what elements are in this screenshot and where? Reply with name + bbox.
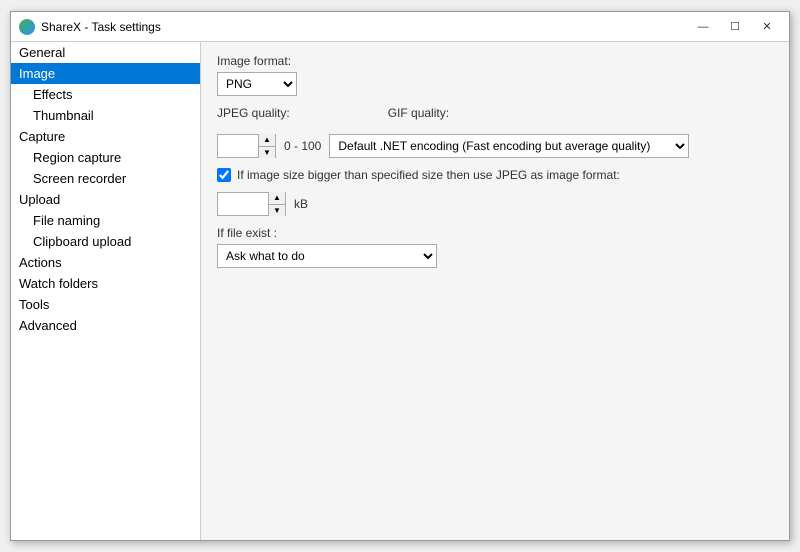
close-button[interactable]: ✕ bbox=[753, 17, 781, 37]
jpeg-size-up[interactable]: ▲ bbox=[269, 192, 285, 204]
if-file-exist-row: Ask what to doOverwriteSkipRename bbox=[217, 244, 773, 268]
jpeg-quality-btns: ▲ ▼ bbox=[258, 134, 275, 158]
jpeg-size-btns: ▲ ▼ bbox=[268, 192, 285, 216]
sidebar-item-advanced[interactable]: Advanced bbox=[11, 315, 200, 336]
jpeg-checkbox-row: If image size bigger than specified size… bbox=[217, 168, 773, 182]
jpeg-quality-down[interactable]: ▼ bbox=[259, 146, 275, 158]
jpeg-size-row: 2048 ▲ ▼ kB bbox=[217, 192, 773, 216]
sidebar-item-file-naming[interactable]: File naming bbox=[11, 210, 200, 231]
sidebar-item-effects[interactable]: Effects bbox=[11, 84, 200, 105]
image-format-row: PNGJPEGGIFBMPTIFF bbox=[217, 72, 773, 96]
if-file-exist-label: If file exist : bbox=[217, 226, 773, 240]
jpeg-size-input[interactable]: 2048 bbox=[218, 193, 268, 215]
minimize-button[interactable]: — bbox=[689, 17, 717, 37]
jpeg-quality-spinbox: 90 ▲ ▼ bbox=[217, 134, 276, 158]
jpeg-size-spinbox: 2048 ▲ ▼ bbox=[217, 192, 286, 216]
sidebar-item-upload[interactable]: Upload bbox=[11, 189, 200, 210]
window-controls: — ☐ ✕ bbox=[689, 17, 781, 37]
quality-controls-row: 90 ▲ ▼ 0 - 100 Default .NET encoding (Fa… bbox=[217, 134, 773, 158]
jpeg-size-unit: kB bbox=[294, 197, 308, 211]
gif-quality-label: GIF quality: bbox=[388, 106, 449, 120]
content-area: GeneralImageEffectsThumbnailCaptureRegio… bbox=[11, 42, 789, 540]
jpeg-checkbox-label: If image size bigger than specified size… bbox=[237, 168, 620, 182]
sidebar-item-watch-folders[interactable]: Watch folders bbox=[11, 273, 200, 294]
jpeg-quality-range: 0 - 100 bbox=[284, 139, 321, 153]
sidebar-item-screen-recorder[interactable]: Screen recorder bbox=[11, 168, 200, 189]
main-panel: Image format: PNGJPEGGIFBMPTIFF JPEG qua… bbox=[201, 42, 789, 540]
sidebar-item-region-capture[interactable]: Region capture bbox=[11, 147, 200, 168]
image-format-label: Image format: bbox=[217, 54, 773, 68]
sidebar-item-thumbnail[interactable]: Thumbnail bbox=[11, 105, 200, 126]
jpeg-size-checkbox[interactable] bbox=[217, 168, 231, 182]
jpeg-quality-up[interactable]: ▲ bbox=[259, 134, 275, 146]
maximize-button[interactable]: ☐ bbox=[721, 17, 749, 37]
title-bar: ShareX - Task settings — ☐ ✕ bbox=[11, 12, 789, 42]
title-bar-left: ShareX - Task settings bbox=[19, 19, 161, 35]
sidebar-item-image[interactable]: Image bbox=[11, 63, 200, 84]
image-format-select[interactable]: PNGJPEGGIFBMPTIFF bbox=[217, 72, 297, 96]
if-file-exist-select[interactable]: Ask what to doOverwriteSkipRename bbox=[217, 244, 437, 268]
quality-row: JPEG quality: GIF quality: bbox=[217, 106, 773, 124]
sidebar-item-capture[interactable]: Capture bbox=[11, 126, 200, 147]
sidebar-item-clipboard-upload[interactable]: Clipboard upload bbox=[11, 231, 200, 252]
jpeg-size-down[interactable]: ▼ bbox=[269, 204, 285, 216]
jpeg-quality-input[interactable]: 90 bbox=[218, 135, 258, 157]
gif-quality-select[interactable]: Default .NET encoding (Fast encoding but… bbox=[329, 134, 689, 158]
window-title: ShareX - Task settings bbox=[41, 20, 161, 34]
sidebar-item-general[interactable]: General bbox=[11, 42, 200, 63]
sidebar-item-tools[interactable]: Tools bbox=[11, 294, 200, 315]
main-window: ShareX - Task settings — ☐ ✕ GeneralImag… bbox=[10, 11, 790, 541]
app-icon bbox=[19, 19, 35, 35]
sidebar-item-actions[interactable]: Actions bbox=[11, 252, 200, 273]
jpeg-quality-label: JPEG quality: bbox=[217, 106, 290, 120]
sidebar: GeneralImageEffectsThumbnailCaptureRegio… bbox=[11, 42, 201, 540]
